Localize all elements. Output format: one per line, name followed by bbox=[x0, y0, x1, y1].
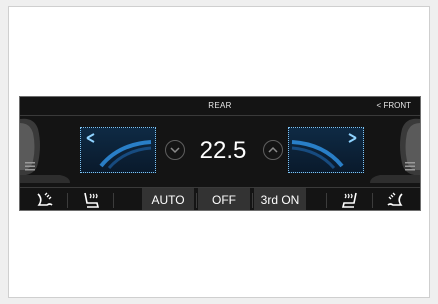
right-fan-button[interactable] bbox=[376, 188, 414, 210]
divider bbox=[326, 193, 327, 208]
bottom-control-bar: AUTO OFF 3rd ON bbox=[20, 187, 420, 210]
airflow-right-icon bbox=[291, 133, 357, 170]
fan-icon bbox=[37, 192, 53, 206]
off-button[interactable]: OFF bbox=[198, 188, 250, 210]
divider bbox=[196, 193, 197, 208]
rear-title: REAR bbox=[208, 101, 232, 110]
left-seat-heat-button[interactable] bbox=[72, 188, 110, 210]
fan-icon bbox=[387, 192, 403, 206]
divider bbox=[372, 193, 373, 208]
rear-climate-panel: REAR < FRONT 22.5 AUTO OFF 3rd ON bbox=[19, 96, 421, 211]
divider bbox=[67, 193, 68, 208]
temperature-display: 22.5 bbox=[199, 137, 247, 164]
temp-down-button[interactable] bbox=[165, 140, 185, 160]
front-button[interactable]: < FRONT bbox=[377, 101, 411, 110]
left-fan-button[interactable] bbox=[26, 188, 64, 210]
chevron-up-icon bbox=[268, 146, 278, 153]
right-vent-button[interactable] bbox=[288, 127, 364, 173]
right-seat-image bbox=[360, 115, 420, 187]
divider bbox=[252, 193, 253, 208]
seat-heat-icon bbox=[84, 192, 100, 208]
temp-up-button[interactable] bbox=[263, 140, 283, 160]
airflow-left-icon bbox=[86, 133, 152, 170]
top-bar: REAR < FRONT bbox=[20, 97, 420, 116]
right-menu-icon[interactable] bbox=[404, 159, 416, 171]
right-seat-heat-button[interactable] bbox=[331, 188, 369, 210]
left-seat-image bbox=[20, 115, 80, 187]
chevron-down-icon bbox=[170, 147, 180, 154]
left-vent-button[interactable] bbox=[80, 127, 156, 173]
seat-heat-icon bbox=[341, 192, 357, 208]
third-row-button[interactable]: 3rd ON bbox=[254, 188, 306, 210]
divider bbox=[113, 193, 114, 208]
left-menu-icon[interactable] bbox=[24, 159, 36, 171]
auto-button[interactable]: AUTO bbox=[142, 188, 194, 210]
